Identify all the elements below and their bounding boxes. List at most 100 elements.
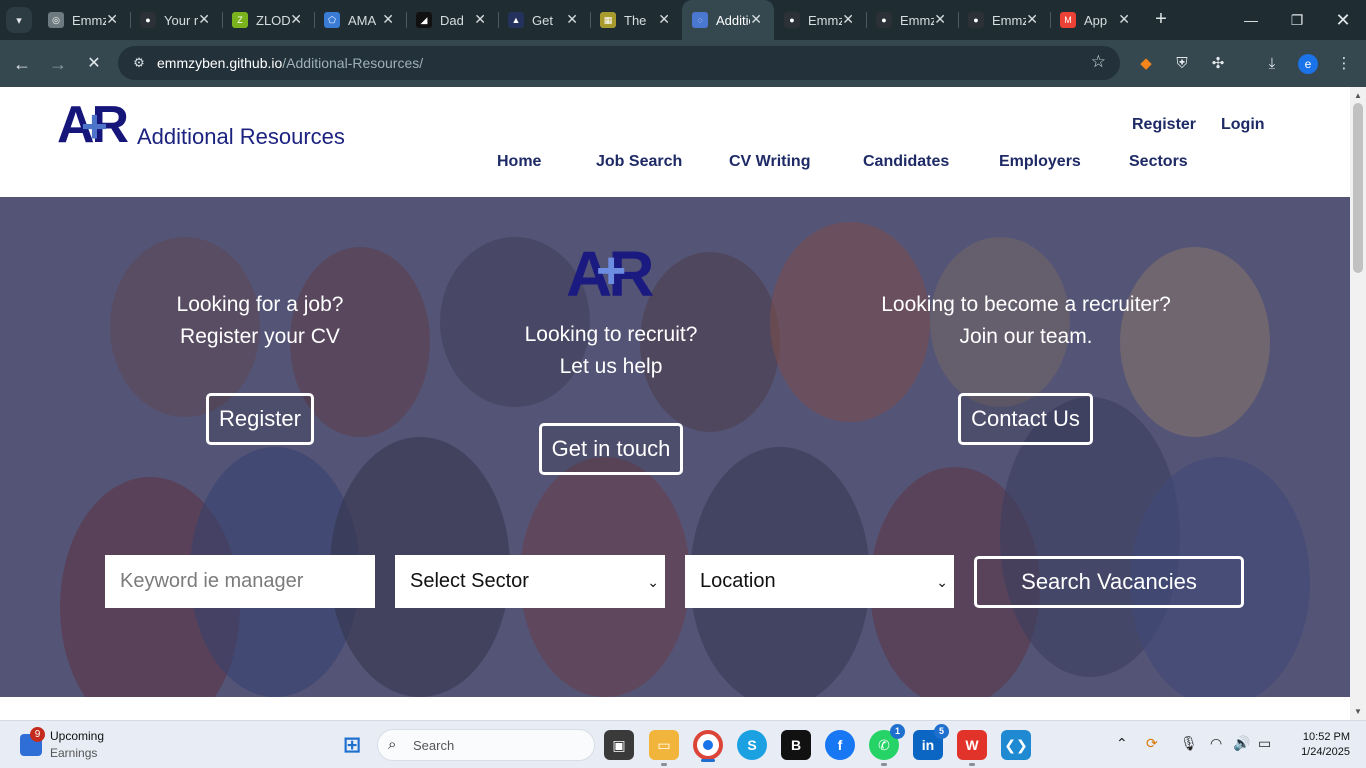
nav-home[interactable]: Home [497, 153, 541, 171]
back-button[interactable]: ← [10, 52, 34, 76]
header-login-link[interactable]: Login [1221, 116, 1265, 134]
scroll-up-icon[interactable]: ▲ [1354, 91, 1362, 100]
hero-logo-plus: + [596, 242, 627, 300]
facebook-icon[interactable]: f [825, 730, 855, 760]
address-bar[interactable]: ⚙ emmzyben.github.io/Additional-Resource… [118, 46, 1120, 80]
page-scrollbar[interactable]: ▲ ▼ [1350, 87, 1366, 720]
taskbar-search-label: Search [413, 738, 455, 753]
shield-extension-icon[interactable]: ⛨ [1170, 52, 1194, 76]
clock-time: 10:52 PM [1302, 731, 1350, 743]
browser-tab[interactable]: Z ZLOD ✕ [222, 0, 314, 40]
clock-date: 1/24/2025 [1301, 746, 1350, 758]
browser-tab[interactable]: ◎ Emmzyben✕ [38, 0, 130, 40]
widget-line2: Earnings [50, 746, 98, 760]
nav-candidates[interactable]: Candidates [863, 153, 949, 171]
wps-office-icon[interactable]: W [957, 730, 987, 766]
page-content-below [0, 697, 1350, 720]
nav-job-search[interactable]: Job Search [596, 153, 682, 171]
hero-right-text: Looking to become a recruiter? Join our … [866, 289, 1186, 353]
whatsapp-badge: 1 [890, 724, 905, 739]
search-vacancies-button[interactable]: Search Vacancies [974, 556, 1244, 608]
hero-get-in-touch-button[interactable]: Get in touch [539, 423, 683, 475]
close-tab-icon[interactable]: ✕ [382, 11, 394, 28]
tab-favicon-icon: Z [232, 12, 248, 28]
browser-tab[interactable]: ● Emmzyben✕ [958, 0, 1050, 40]
task-view-icon[interactable]: ▣ [604, 730, 634, 760]
header-register-link[interactable]: Register [1132, 116, 1196, 134]
close-tab-icon[interactable]: ✕ [474, 11, 486, 28]
forward-button[interactable]: → [46, 52, 70, 76]
widgets-button[interactable]: 9 Upcoming Earnings [18, 727, 128, 762]
browser-menu-icon[interactable]: ⋮ [1332, 52, 1356, 76]
skype-icon[interactable]: S [737, 730, 767, 760]
browser-tab[interactable]: ▲ Get ✕ [498, 0, 590, 40]
hero-register-button[interactable]: Register [206, 393, 314, 445]
scroll-down-icon[interactable]: ▼ [1354, 707, 1362, 716]
new-tab-button[interactable]: + [1150, 8, 1172, 30]
close-tab-icon[interactable]: ✕ [934, 11, 946, 28]
bluestacks-icon[interactable]: B [781, 730, 811, 760]
nav-cv-writing[interactable]: CV Writing [729, 153, 810, 171]
minimize-button[interactable]: — [1228, 0, 1274, 40]
hero-center-line1: Looking to recruit? [524, 323, 698, 346]
extensions-puzzle-icon[interactable]: ✣ [1206, 52, 1230, 76]
browser-tab[interactable]: ● Emmzyben✕ [774, 0, 866, 40]
browser-tab[interactable]: ◢ Dad ✕ [406, 0, 498, 40]
scrollbar-thumb[interactable] [1353, 103, 1363, 273]
close-tab-icon[interactable]: ✕ [1026, 11, 1038, 28]
vscode-icon[interactable]: ❮❯ [1001, 730, 1031, 760]
browser-tab[interactable]: ● Your repositories✕ [130, 0, 222, 40]
nav-employers[interactable]: Employers [999, 153, 1081, 171]
close-tab-icon[interactable]: ✕ [198, 11, 210, 28]
sync-icon[interactable]: ⟳ [1146, 735, 1158, 752]
close-window-button[interactable]: ✕ [1320, 0, 1366, 40]
close-tab-icon[interactable]: ✕ [290, 11, 302, 28]
hero-right-line1: Looking to become a recruiter? [881, 293, 1171, 316]
wifi-icon[interactable]: ◠ [1210, 735, 1222, 752]
close-tab-icon[interactable]: ✕ [1118, 11, 1130, 28]
file-explorer-icon[interactable]: ▭ [649, 730, 679, 766]
browser-tab[interactable]: ⬠ AMA ✕ [314, 0, 406, 40]
nav-sectors[interactable]: Sectors [1129, 153, 1188, 171]
chrome-icon[interactable] [693, 730, 723, 762]
whatsapp-icon[interactable]: ✆ 1 [869, 724, 905, 766]
restore-button[interactable]: ❐ [1274, 0, 1320, 40]
close-tab-icon[interactable]: ✕ [566, 11, 578, 28]
linkedin-icon[interactable]: in 5 [913, 724, 949, 760]
url-text[interactable]: emmzyben.github.io/Additional-Resources/ [157, 55, 423, 71]
system-clock[interactable]: 10:52 PM 1/24/2025 [1290, 730, 1350, 760]
volume-icon[interactable]: 🔊 [1233, 735, 1250, 752]
browser-tab[interactable]: M App ✕ [1050, 0, 1142, 40]
start-windows-icon[interactable]: ⊞ [337, 730, 367, 760]
site-info-icon[interactable]: ⚙ [130, 54, 148, 72]
location-select[interactable]: Location ⌄ [685, 555, 954, 608]
browser-tab[interactable]: ▦ The ✕ [590, 0, 682, 40]
taskbar-search[interactable]: ⌕ Search [377, 729, 595, 761]
metamask-extension-icon[interactable]: ◆ [1134, 52, 1158, 76]
close-tab-icon[interactable]: ✕ [750, 11, 762, 28]
tab-title: Your repositories [164, 12, 198, 28]
browser-toolbar: ← → ✕ ⚙ emmzyben.github.io/Additional-Re… [0, 40, 1366, 87]
url-path: /Additional-Resources/ [282, 55, 424, 71]
microphone-icon[interactable]: 🎙 [1180, 735, 1198, 752]
show-hidden-icons-chevron-icon[interactable]: ⌃ [1116, 735, 1128, 752]
hero-center-line2: Let us help [559, 355, 663, 378]
tab-search-menu-button[interactable]: ▾ [6, 7, 32, 33]
logo-plus: + [81, 100, 108, 152]
battery-icon[interactable]: ▭ [1258, 735, 1271, 752]
profile-avatar[interactable]: e [1296, 52, 1320, 76]
sector-select[interactable]: Select Sector ⌄ [395, 555, 665, 608]
tab-title: Emmzyben [808, 12, 842, 28]
downloads-icon[interactable]: ⤓ [1260, 52, 1284, 76]
keyword-search-input[interactable]: Keyword ie manager [105, 555, 375, 608]
browser-tab[interactable]: ● Emmzyben✕ [866, 0, 958, 40]
close-tab-icon[interactable]: ✕ [842, 11, 854, 28]
hero-contact-us-button[interactable]: Contact Us [958, 393, 1093, 445]
bookmark-star-icon[interactable]: ☆ [1091, 52, 1106, 72]
close-tab-icon[interactable]: ✕ [658, 11, 670, 28]
widget-line1: Upcoming [50, 729, 105, 743]
site-header: AR + Additional Resources Register Login… [0, 87, 1350, 197]
close-tab-icon[interactable]: ✕ [106, 11, 118, 28]
browser-tab[interactable]: ◌ Additional Resources✕ [682, 0, 774, 40]
stop-loading-button[interactable]: ✕ [82, 52, 106, 76]
